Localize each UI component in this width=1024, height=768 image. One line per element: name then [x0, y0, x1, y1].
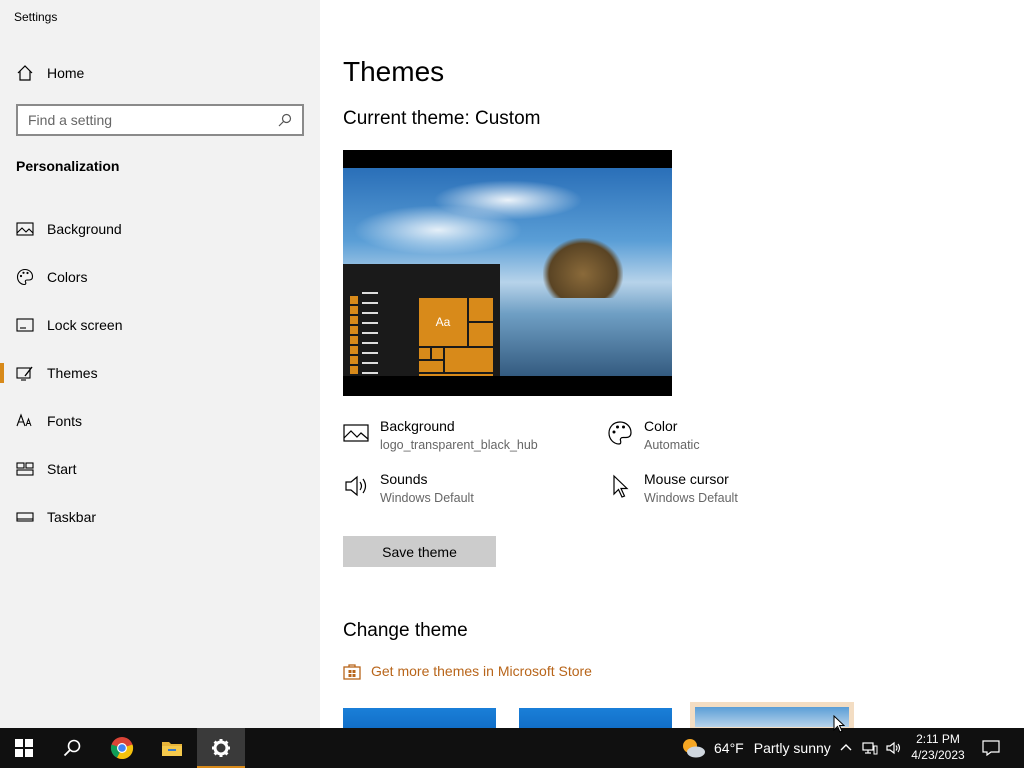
clock-date: 4/23/2023: [911, 748, 965, 762]
sidebar-nav: Background Colors Lock screen Themes Fon…: [0, 205, 320, 541]
store-link[interactable]: Get more themes in Microsoft Store: [343, 662, 592, 680]
sidebar: Settings Home Personalization Background…: [0, 0, 320, 728]
clock-time: 2:11 PM: [916, 732, 960, 746]
preview-app-labels: [362, 292, 378, 382]
property-value: Windows Default: [380, 491, 474, 505]
mouse-pointer-icon: [833, 715, 845, 733]
preview-tile: [419, 361, 443, 372]
notification-center-icon[interactable]: [982, 740, 1000, 756]
store-link-label: Get more themes in Microsoft Store: [371, 663, 592, 679]
mouse-pointer-icon: [613, 474, 629, 498]
sidebar-item-background[interactable]: Background: [0, 205, 320, 253]
preview-tile: [419, 348, 430, 359]
sidebar-item-label: Background: [47, 221, 122, 237]
theme-thumbnail-selected[interactable]: [690, 702, 854, 728]
lock-screen-icon: [16, 318, 34, 332]
sidebar-item-fonts[interactable]: Fonts: [0, 397, 320, 445]
theme-thumbnail[interactable]: [519, 708, 672, 728]
property-value: logo_transparent_black_hub: [380, 438, 538, 452]
chevron-up-icon[interactable]: [838, 740, 854, 756]
taskbar-search-button[interactable]: [48, 728, 96, 768]
sidebar-item-lock-screen[interactable]: Lock screen: [0, 301, 320, 349]
fonts-icon: [16, 413, 32, 427]
sidebar-item-label: Start: [47, 461, 77, 477]
weather-widget[interactable]: 64°F Partly sunny: [680, 728, 831, 768]
sidebar-item-label: Lock screen: [47, 317, 123, 333]
sidebar-item-taskbar[interactable]: Taskbar: [0, 493, 320, 541]
current-theme-heading: Current theme: Custom: [343, 108, 541, 129]
partly-sunny-icon: [683, 739, 705, 758]
sidebar-item-colors[interactable]: Colors: [0, 253, 320, 301]
sounds-property[interactable]: Sounds Windows Default: [343, 471, 474, 505]
search-icon[interactable]: [278, 113, 292, 127]
sidebar-item-start[interactable]: Start: [0, 445, 320, 493]
section-title: Personalization: [16, 158, 120, 174]
system-clock[interactable]: 2:11 PM 4/23/2023: [905, 731, 971, 763]
home-label: Home: [47, 65, 85, 81]
preview-tile: [445, 348, 493, 372]
sidebar-item-label: Taskbar: [47, 509, 97, 525]
windows-logo-icon: [15, 739, 33, 757]
page-title: Themes: [343, 56, 445, 87]
chrome-taskbar-button[interactable]: [98, 728, 146, 768]
property-value: Windows Default: [644, 491, 738, 505]
palette-icon: [16, 268, 34, 286]
main-content: Themes Current theme: Custom Aa Backgrou…: [320, 0, 1024, 728]
gear-icon: [212, 739, 230, 757]
image-icon: [16, 222, 34, 236]
weather-condition: Partly sunny: [753, 740, 831, 756]
preview-rock: [543, 238, 623, 298]
search-icon: [63, 739, 81, 757]
preview-tile: [469, 298, 493, 321]
windows-taskbar: 64°F Partly sunny 2:11 PM 4/23/2023: [0, 728, 1024, 768]
preview-tile: [469, 323, 493, 346]
sidebar-item-label: Colors: [47, 269, 88, 285]
property-title: Sounds: [380, 471, 428, 487]
preview-cloud: [353, 205, 523, 255]
start-button[interactable]: [0, 728, 48, 768]
sidebar-item-label: Fonts: [47, 413, 83, 429]
start-icon: [16, 462, 34, 476]
weather-temperature: 64°F: [714, 740, 744, 756]
palette-icon: [608, 421, 632, 445]
home-icon: [17, 65, 33, 81]
volume-icon[interactable]: [886, 740, 902, 756]
preview-tile: [432, 348, 443, 359]
property-value: Automatic: [644, 438, 700, 452]
search-input[interactable]: [28, 112, 278, 128]
save-theme-button[interactable]: Save theme: [343, 536, 496, 567]
themes-icon: [16, 366, 33, 381]
speaker-icon: [345, 475, 367, 497]
folder-icon: [162, 742, 182, 756]
home-nav[interactable]: Home: [16, 62, 84, 84]
theme-preview: Aa: [343, 150, 672, 396]
file-explorer-taskbar-button[interactable]: [148, 728, 196, 768]
preview-tiles: Aa: [419, 298, 494, 384]
chrome-icon: [110, 737, 134, 760]
network-icon[interactable]: [862, 740, 878, 756]
preview-tile-aa: Aa: [419, 298, 467, 346]
background-property[interactable]: Background logo_transparent_black_hub: [343, 418, 538, 452]
property-title: Background: [380, 418, 455, 434]
taskbar-icon: [16, 512, 34, 522]
theme-thumbnail[interactable]: [343, 708, 496, 728]
color-property[interactable]: Color Automatic: [607, 418, 700, 452]
system-tray: [838, 728, 910, 768]
sidebar-item-themes[interactable]: Themes: [0, 349, 320, 397]
search-box[interactable]: [16, 104, 304, 136]
mouse-cursor-property[interactable]: Mouse cursor Windows Default: [607, 471, 738, 505]
property-title: Color: [644, 418, 678, 434]
image-icon: [343, 424, 369, 442]
preview-taskbar: [343, 376, 672, 396]
store-bag-icon: [343, 664, 361, 680]
sidebar-item-label: Themes: [47, 365, 98, 381]
preview-start-menu: Aa: [343, 264, 500, 384]
preview-app-list: [350, 296, 358, 376]
property-title: Mouse cursor: [644, 471, 729, 487]
settings-taskbar-button[interactable]: [197, 728, 245, 768]
change-theme-heading: Change theme: [343, 620, 468, 641]
window-title: Settings: [14, 10, 58, 24]
